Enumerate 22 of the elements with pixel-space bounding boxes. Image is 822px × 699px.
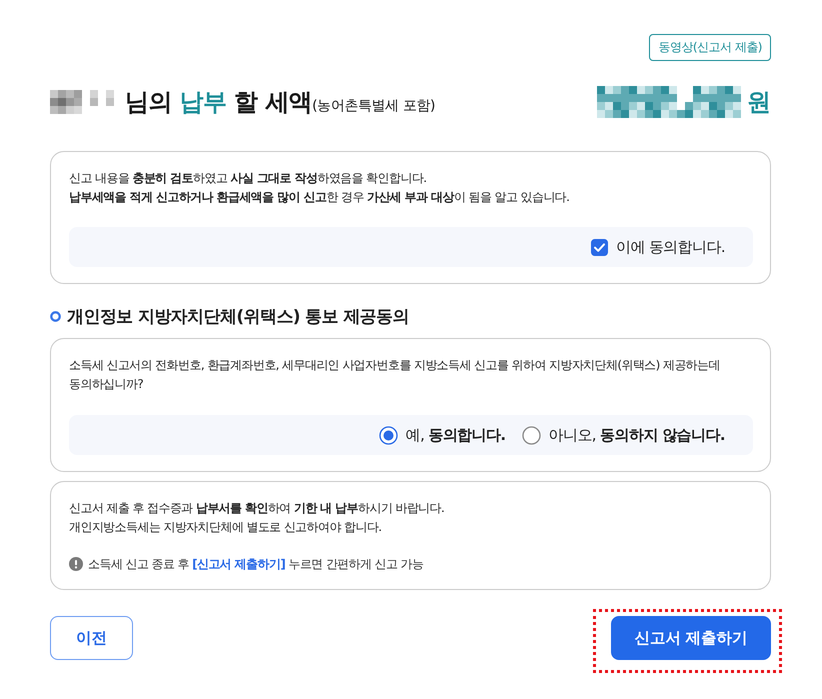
info-text: 개인지방소득세는 지방자치단체에 별도로 신고하여야 합니다. [69, 518, 382, 536]
radio-button[interactable] [378, 426, 398, 444]
notice-text: 소득세 신고 종료 후 [신고서 제출하기] 누르면 간편하게 신고 가능 [88, 556, 424, 572]
radio-label[interactable]: 예, 동의합니다. [406, 426, 506, 444]
radio-label[interactable]: 아니오, 동의하지 않습니다. [548, 426, 725, 444]
section-heading: 개인정보 지방자치단체(위택스) 통보 제공동의 [67, 306, 409, 328]
video-button[interactable]: 동영상(신고서 제출) [649, 34, 771, 61]
exclamation-icon [69, 556, 83, 571]
agree-label[interactable]: 이에 동의합니다. [616, 238, 725, 256]
radio-button[interactable] [522, 426, 541, 444]
ring-bullet-icon [50, 310, 61, 322]
consent-question: 소득세 신고서의 전화번호, 환급계좌번호, 세무대리인 사업자번호를 지방소득세 신고를 위하여 지방자치단체(위택스) 제공하는데 동의하십니까? [69, 357, 721, 393]
currency-unit: 원 [747, 87, 771, 118]
previous-button[interactable]: 이전 [50, 616, 133, 660]
confirmation-text: 납부세액을 적게 신고하거나 환급세액을 많이 신고한 경우 가산세 부과 대상이 됨을 알고 있습니다. [69, 188, 570, 206]
blurred-name-drawing [50, 90, 114, 114]
info-text: 신고서 제출 후 접수증과 납부서를 확인하여 기한 내 납부하시기 바랍니다. [69, 500, 446, 517]
agree-checkbox[interactable] [590, 238, 608, 256]
submit-link[interactable]: [신고서 제출하기] [192, 556, 286, 570]
confirmation-text: 신고 내용을 충분히 검토하였고 사실 그대로 작성하였음을 확인합니다. [69, 170, 428, 187]
submit-button[interactable]: 신고서 제출하기 [611, 616, 771, 660]
tax-amount-title: 님의 납부 할 세액(농어촌특별세 포함) [125, 87, 436, 118]
